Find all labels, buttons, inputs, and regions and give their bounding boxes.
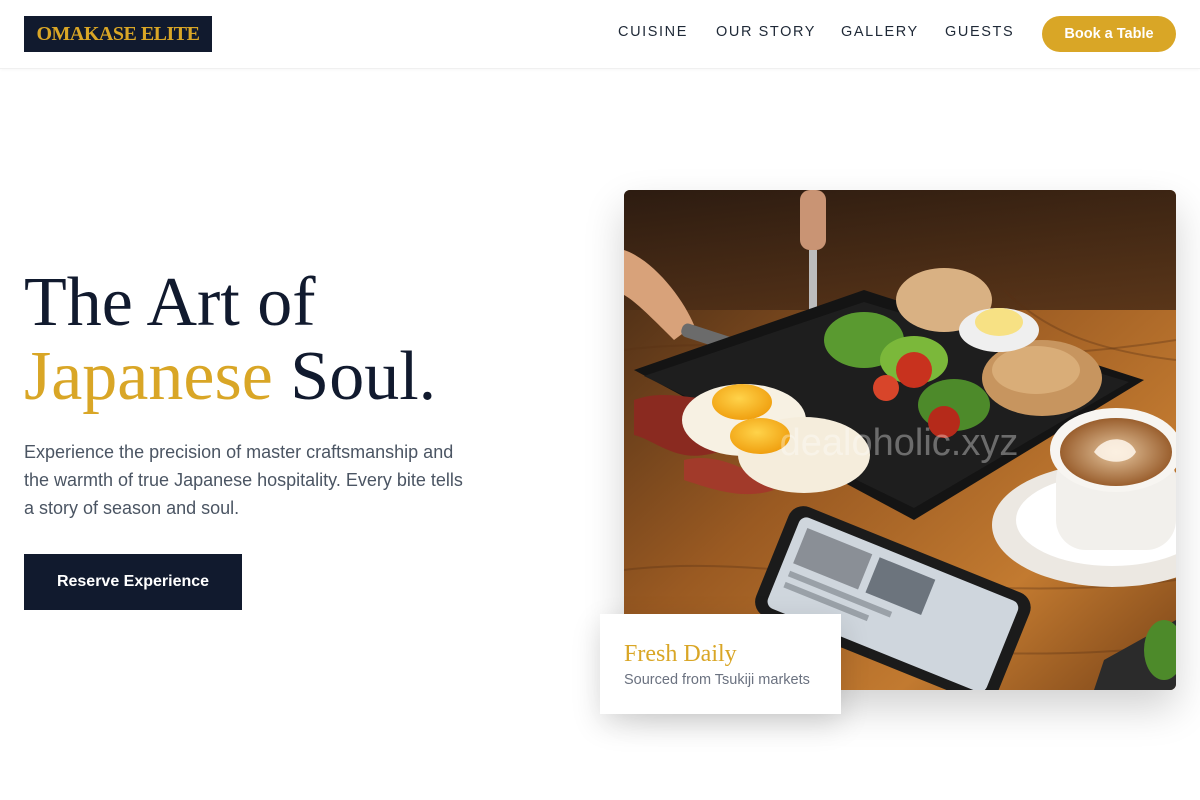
hero-description: Experience the precision of master craft… [24,442,463,518]
brand-logo[interactable]: OMAKASE ELITE [24,16,212,52]
site-header: OMAKASE ELITE CUISINE OUR STORY GALLERY … [0,0,1200,69]
fresh-daily-subtitle: Sourced from Tsukiji markets [624,672,810,688]
nav-link-our-story[interactable]: OUR STORY [716,24,816,40]
hero-title-rest: Soul. [272,338,437,415]
nav-link-cuisine[interactable]: CUISINE [618,24,688,40]
hero-title-accent: Japanese [24,338,273,415]
hero-title-line1: The Art of [24,264,316,341]
fresh-daily-title: Fresh Daily [624,641,737,667]
reserve-experience-button[interactable]: Reserve Experience [24,554,242,610]
fresh-daily-card: Fresh Daily Sourced from Tsukiji markets [600,614,841,714]
nav-link-guests[interactable]: GUESTS [945,24,1014,40]
book-table-button[interactable]: Book a Table [1042,16,1176,52]
hero-title: The Art of Japanese Soul. [24,266,436,414]
nav-link-gallery[interactable]: GALLERY [841,24,919,40]
photo-watermark: dealoholic.xyz [780,422,1019,464]
